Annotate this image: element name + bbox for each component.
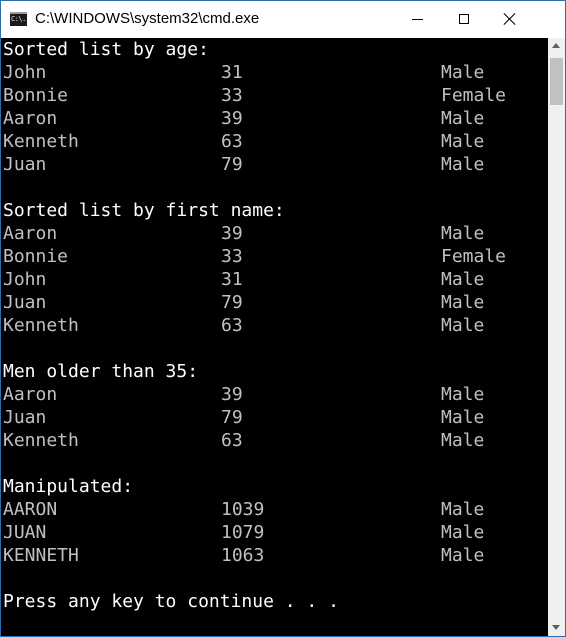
row-age: 63 [221,131,243,152]
row-gender: Male [441,292,485,313]
row-name: John [3,269,47,290]
row-gender: Male [441,154,485,175]
vertical-scrollbar[interactable] [548,38,565,636]
row-name: Juan [3,154,47,175]
row-name: Aaron [3,384,58,405]
table-row: Kenneth 63 Male [3,314,484,337]
scroll-down-arrow-icon[interactable] [548,619,565,636]
row-gender: Male [441,223,485,244]
table-row: AARON 1039 Male [3,498,484,521]
table-row: Aaron 39 Male [3,222,484,245]
row-name: AARON [3,499,58,520]
row-age: 79 [221,154,243,175]
table-row: Juan 79 Male [3,291,484,314]
table-row: KENNETH 1063 Male [3,544,484,567]
row-name: Kenneth [3,315,79,336]
window-title: C:\WINDOWS\system32\cmd.exe [35,10,260,27]
row-age: 1063 [221,545,265,566]
row-gender: Male [441,407,485,428]
row-gender: Male [441,62,485,83]
row-name: Juan [3,292,47,313]
row-gender: Male [441,108,485,129]
table-row: Aaron 39 Male [3,383,484,406]
scroll-up-arrow-icon[interactable] [548,38,565,55]
table-row: Aaron 39 Male [3,107,484,130]
row-gender: Male [441,522,485,543]
row-age: 79 [221,292,243,313]
row-age: 39 [221,223,243,244]
cmd-window: C:\. C:\WINDOWS\system32\cmd.exe Sorted … [0,0,566,637]
row-name: Kenneth [3,430,79,451]
row-age: 39 [221,384,243,405]
section-header: Manipulated: [3,476,134,497]
row-age: 63 [221,430,243,451]
row-age: 33 [221,246,243,267]
row-gender: Male [441,131,485,152]
close-button[interactable] [487,1,533,38]
row-gender: Male [441,384,485,405]
row-age: 1039 [221,499,265,520]
minimize-icon [412,19,423,20]
row-age: 79 [221,407,243,428]
row-gender: Male [441,430,485,451]
section-header: Men older than 35: [3,361,199,382]
console-output[interactable]: Sorted list by age: John 31 Male Bonnie … [1,38,548,636]
row-gender: Male [441,499,485,520]
table-row: Bonnie 33 Female [3,245,506,268]
row-name: Aaron [3,223,58,244]
row-name: Bonnie [3,85,69,106]
table-row: Bonnie 33 Female [3,84,506,107]
table-row: Kenneth 63 Male [3,130,484,153]
cmd-icon-label: C:\. [11,15,26,23]
row-gender: Female [441,246,507,267]
row-age: 31 [221,62,243,83]
section-header: Sorted list by first name: [3,200,285,221]
cmd-icon[interactable]: C:\. [10,12,27,26]
table-row: Juan 79 Male [3,406,484,429]
title-bar[interactable]: C:\. C:\WINDOWS\system32\cmd.exe [1,1,565,38]
row-gender: Male [441,315,485,336]
row-name: John [3,62,47,83]
row-age: 1079 [221,522,265,543]
table-row: Juan 79 Male [3,153,484,176]
maximize-icon [459,14,469,24]
row-name: KENNETH [3,545,79,566]
minimize-button[interactable] [395,1,441,38]
maximize-button[interactable] [441,1,487,38]
row-name: JUAN [3,522,47,543]
row-age: 39 [221,108,243,129]
continue-prompt: Press any key to continue . . . [3,591,339,612]
row-name: Juan [3,407,47,428]
row-name: Kenneth [3,131,79,152]
row-name: Bonnie [3,246,69,267]
row-name: Aaron [3,108,58,129]
scrollbar-thumb[interactable] [550,58,563,105]
close-icon [504,13,516,25]
section-header: Sorted list by age: [3,39,209,60]
table-row: John 31 Male [3,61,484,84]
table-row: Kenneth 63 Male [3,429,484,452]
row-age: 33 [221,85,243,106]
row-age: 31 [221,269,243,290]
row-gender: Male [441,545,485,566]
table-row: JUAN 1079 Male [3,521,484,544]
row-gender: Male [441,269,485,290]
row-gender: Female [441,85,507,106]
row-age: 63 [221,315,243,336]
table-row: John 31 Male [3,268,484,291]
